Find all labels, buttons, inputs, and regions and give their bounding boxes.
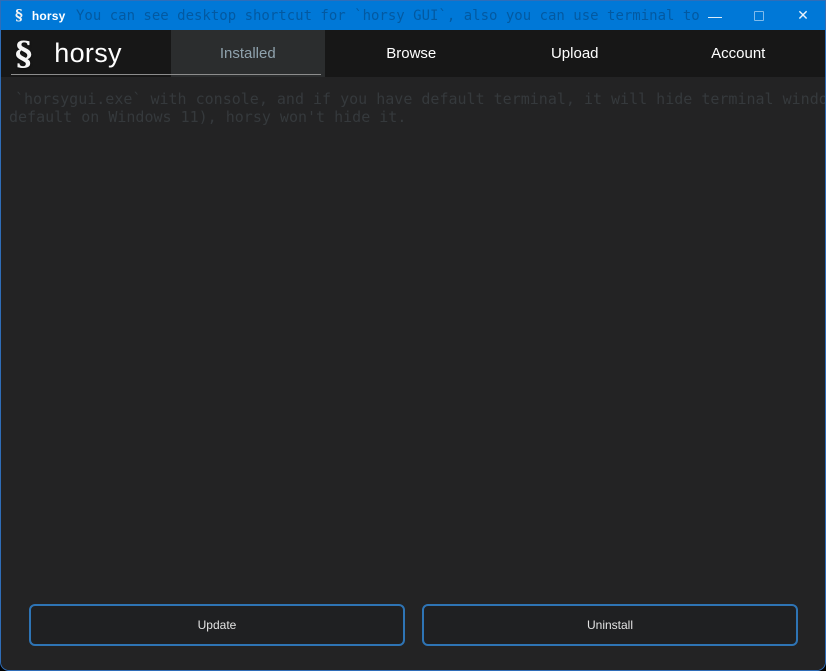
tab-installed[interactable]: Installed bbox=[171, 30, 325, 77]
uninstall-button[interactable]: Uninstall bbox=[422, 604, 798, 646]
maximize-button[interactable] bbox=[737, 1, 781, 30]
tab-account[interactable]: Account bbox=[662, 30, 816, 77]
close-button[interactable]: ✕ bbox=[781, 1, 825, 30]
ghost-line: `horsygui.exe` with console, and if you … bbox=[15, 90, 825, 108]
brand-name: horsy bbox=[54, 38, 122, 69]
brand-underline bbox=[11, 74, 321, 75]
tab-browse[interactable]: Browse bbox=[335, 30, 489, 77]
tab-bar: Installed Browse Upload Account bbox=[161, 30, 815, 77]
close-icon: ✕ bbox=[797, 7, 809, 24]
navbar: § horsy Installed Browse Upload Account bbox=[1, 30, 825, 77]
background-ghost-text: `horsygui.exe` with console, and if you … bbox=[15, 90, 825, 126]
update-button[interactable]: Update bbox=[29, 604, 405, 646]
titlebar: § horsy You can see desktop shortcut for… bbox=[1, 1, 825, 30]
window-controls: — ✕ bbox=[693, 1, 825, 30]
ghost-line: default on Windows 11), horsy won't hide… bbox=[9, 108, 825, 126]
minimize-icon: — bbox=[708, 8, 722, 24]
action-row: Update Uninstall bbox=[29, 604, 798, 646]
app-window: § horsy You can see desktop shortcut for… bbox=[0, 0, 826, 671]
horsy-logo-icon: § bbox=[15, 8, 23, 23]
brand: § horsy bbox=[1, 30, 161, 77]
installed-panel: `horsygui.exe` with console, and if you … bbox=[1, 77, 825, 671]
maximize-icon bbox=[754, 11, 764, 21]
minimize-button[interactable]: — bbox=[693, 1, 737, 30]
titlebar-ghost-text: You can see desktop shortcut for `horsy … bbox=[76, 8, 701, 24]
window-title: horsy bbox=[32, 9, 66, 23]
tab-upload[interactable]: Upload bbox=[498, 30, 652, 77]
horsy-logo-icon: § bbox=[15, 39, 32, 69]
